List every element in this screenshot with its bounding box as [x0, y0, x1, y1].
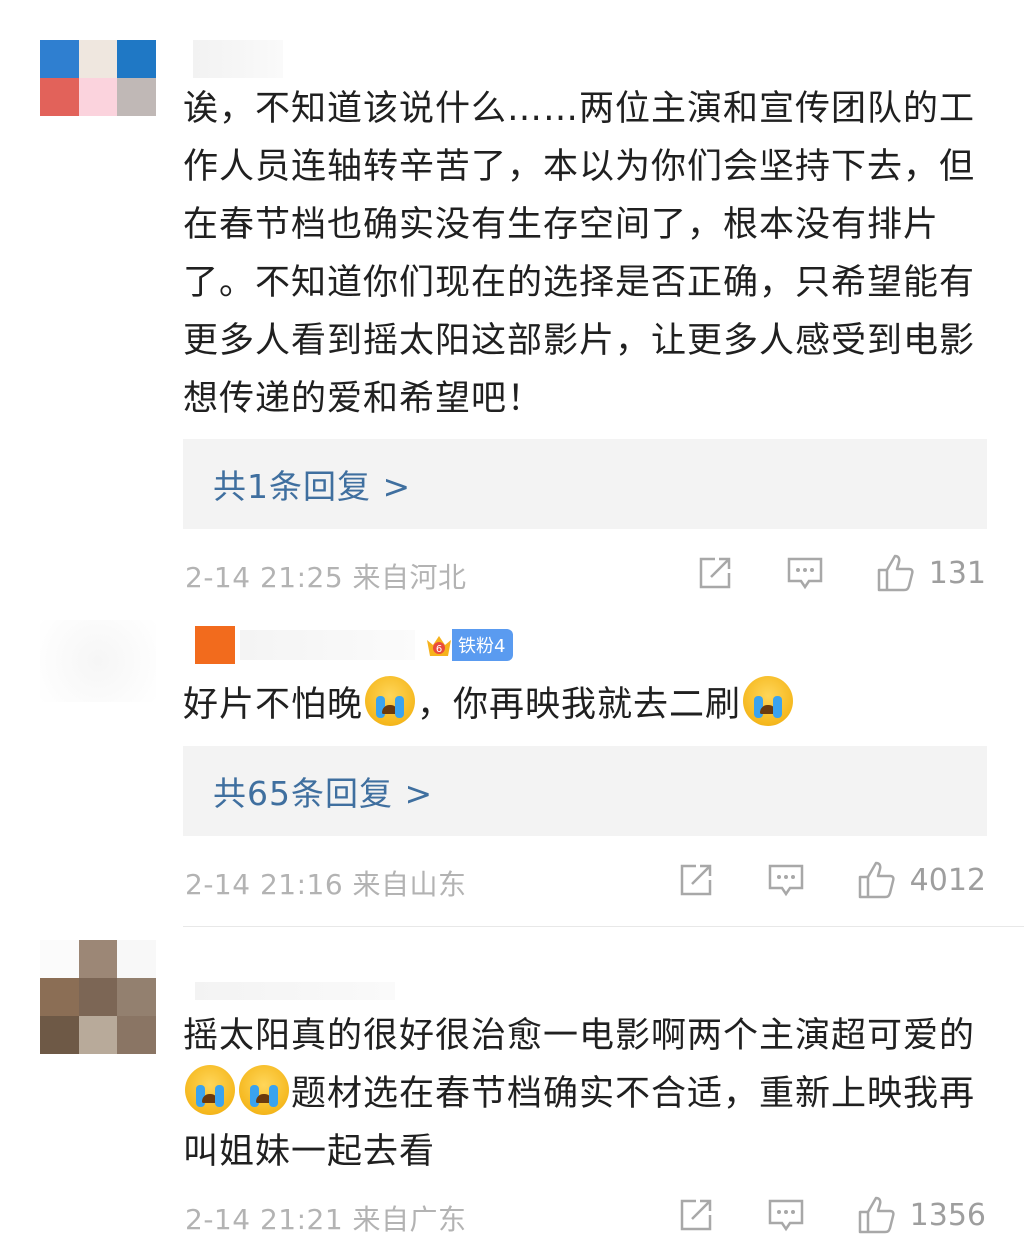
crying-face-icon [185, 1065, 235, 1115]
username-blurred[interactable] [195, 982, 395, 1000]
reply-count-label: 共1条回复 > [213, 467, 412, 506]
comment-actions: 4012 [626, 860, 986, 900]
divider [183, 926, 1024, 927]
username-blurred[interactable] [195, 626, 235, 664]
share-icon[interactable] [676, 1195, 716, 1235]
like-icon[interactable] [875, 553, 915, 593]
crying-face-icon [365, 676, 416, 726]
comment-text: 摇太阳真的很好很治愈一电影啊两个主演超可爱的题材选在春节档确实不合适，重新上映我… [183, 1007, 998, 1181]
comment-actions: 1356 [626, 1195, 986, 1235]
crown-icon: 6 [424, 630, 454, 660]
fan-badge[interactable]: 6 铁粉4 [424, 629, 514, 661]
reply-count-label: 共65条回复 > [213, 774, 434, 813]
comment-text-part2: ，你再映我就去二刷 [417, 685, 742, 725]
comment-location: 来自河北 [352, 561, 467, 594]
comment-text-part1: 摇太阳真的很好很治愈一电影啊两个主演超可爱的 [183, 1016, 976, 1056]
comment-location: 来自山东 [352, 868, 467, 901]
share-icon[interactable] [676, 860, 716, 900]
comment-meta: 2-14 21:16 来自山东 [185, 863, 467, 903]
comment-text: 好片不怕晚 ，你再映我就去二刷 [183, 676, 998, 734]
badge-label: 铁粉4 [452, 629, 514, 661]
comment-text: 诶，不知道该说什么……两位主演和宣传团队的工作人员连轴转辛苦了，本以为你们会坚持… [183, 89, 976, 419]
share-icon[interactable] [695, 553, 735, 593]
like-icon[interactable] [856, 1195, 896, 1235]
comment-icon[interactable] [766, 1195, 806, 1235]
username-blurred [240, 630, 415, 660]
comment-location: 来自广东 [352, 1203, 467, 1236]
comment-meta: 2-14 21:25 来自河北 [185, 556, 467, 596]
avatar[interactable] [40, 940, 156, 1054]
username-blurred[interactable] [193, 40, 283, 78]
comment-meta: 2-14 21:21 来自广东 [185, 1198, 467, 1238]
comment-time: 2-14 21:25 [185, 561, 344, 594]
like-count: 4012 [909, 862, 986, 898]
like-icon[interactable] [856, 860, 896, 900]
comment-time: 2-14 21:21 [185, 1203, 344, 1236]
comment-text-part2: 题材选在春节档确实不合适，重新上映我再叫姐妹一起去看 [183, 1074, 976, 1172]
reply-thread-link[interactable]: 共1条回复 > [183, 439, 987, 529]
comment-time: 2-14 21:16 [185, 868, 344, 901]
comment-icon[interactable] [766, 860, 806, 900]
reply-thread-link[interactable]: 共65条回复 > [183, 746, 987, 836]
like-count: 1356 [909, 1197, 986, 1233]
crying-face-icon [743, 676, 794, 726]
avatar[interactable] [40, 40, 156, 116]
crying-face-icon [239, 1065, 289, 1115]
comment-icon[interactable] [785, 553, 825, 593]
comment-actions: 131 [645, 553, 986, 593]
avatar[interactable] [40, 620, 156, 702]
badge-level: 6 [436, 644, 442, 655]
comment-text-part1: 好片不怕晚 [183, 685, 364, 725]
like-count: 131 [928, 555, 986, 591]
